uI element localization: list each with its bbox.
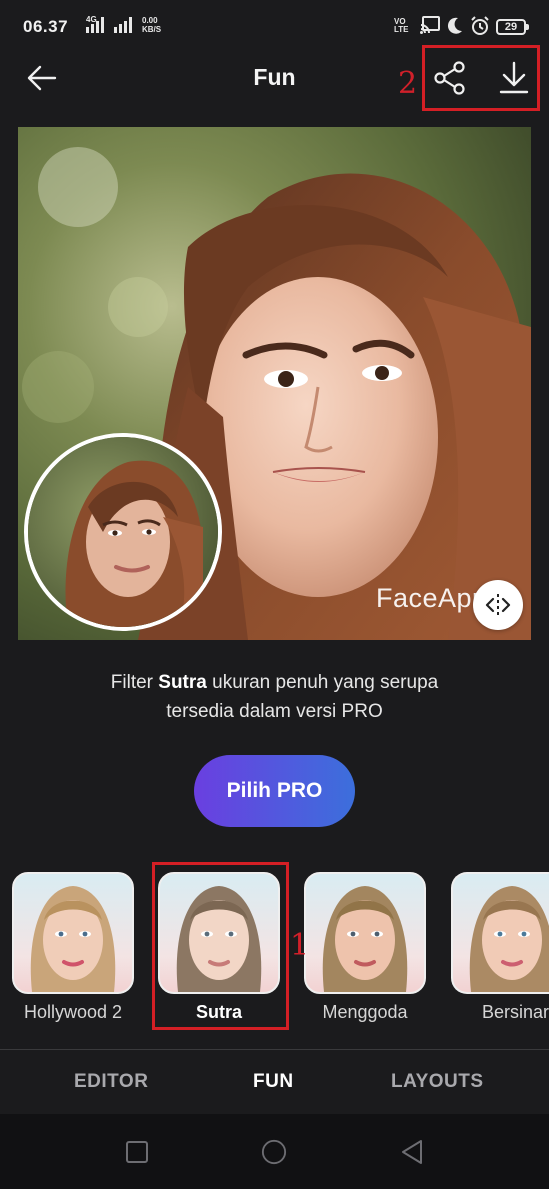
tab-layouts[interactable]: LAYOUTS xyxy=(391,1071,484,1093)
share-icon xyxy=(434,61,465,95)
description-filter-name: Sutra xyxy=(158,672,207,693)
circle-icon xyxy=(261,1139,287,1165)
download-icon xyxy=(499,61,529,94)
net-speed-value: 0.00 xyxy=(142,16,158,25)
square-icon xyxy=(126,1141,148,1163)
filter-thumbnail xyxy=(12,872,134,994)
description-suffix: ukuran penuh yang serupa xyxy=(206,672,439,693)
app-bar: Fun 2 xyxy=(0,45,549,111)
filter-label: Bersinar xyxy=(481,1002,549,1022)
choose-pro-button[interactable]: Pilih PRO xyxy=(194,755,355,827)
cast-icon xyxy=(420,16,440,34)
download-button[interactable] xyxy=(495,58,533,98)
filter-label: Menggoda xyxy=(322,1002,408,1022)
filter-item-bersinar[interactable]: Bersinar xyxy=(451,872,549,1022)
watermark: FaceApp xyxy=(376,583,488,613)
tab-editor[interactable]: EDITOR xyxy=(74,1071,148,1093)
result-photo: FaceApp xyxy=(18,127,531,640)
recents-button[interactable] xyxy=(124,1139,150,1165)
net-speed: 0.00 KB/S xyxy=(142,16,161,34)
filter-thumbnail xyxy=(304,872,426,994)
status-time: 06.37 xyxy=(23,17,69,36)
back-nav-button[interactable] xyxy=(399,1139,425,1165)
system-nav-bar xyxy=(0,1114,549,1189)
volte-indicator: VO LTE xyxy=(394,18,409,34)
description-prefix: Filter xyxy=(110,672,159,693)
signal-icon-2 xyxy=(114,17,132,33)
share-button[interactable] xyxy=(431,58,469,98)
net-speed-unit: KB/S xyxy=(142,25,162,34)
battery-level: 29 xyxy=(504,21,518,33)
annotation-box-filter xyxy=(152,862,289,1030)
signal-icon xyxy=(86,17,104,33)
original-photo-inset[interactable] xyxy=(24,433,222,631)
home-button[interactable] xyxy=(261,1139,287,1165)
triangle-back-icon xyxy=(402,1140,422,1164)
alarm-icon xyxy=(471,16,489,35)
face-thumbnail-image xyxy=(30,886,116,992)
face-thumbnail-image xyxy=(322,886,408,992)
tab-fun[interactable]: FUN xyxy=(253,1071,294,1093)
compare-button[interactable] xyxy=(473,580,523,630)
filter-item-hollywood-2[interactable]: Hollywood 2 xyxy=(12,872,136,1022)
compare-arrows-icon xyxy=(485,594,511,616)
filter-label: Hollywood 2 xyxy=(23,1002,123,1022)
description-line-1: Filter Sutra ukuran penuh yang serupa xyxy=(0,668,549,697)
filter-item-menggoda[interactable]: Menggoda xyxy=(304,872,428,1022)
battery-icon: 29 xyxy=(496,19,529,35)
pro-filter-description: Filter Sutra ukuran penuh yang serupa te… xyxy=(0,668,549,726)
description-line-2: tersedia dalam versi PRO xyxy=(166,701,383,722)
volte-bottom: LTE xyxy=(394,25,409,34)
moon-icon xyxy=(447,17,462,34)
original-portrait-image xyxy=(28,437,218,627)
bottom-tabs: EDITOR FUN LAYOUTS xyxy=(0,1050,549,1114)
filter-thumbnail xyxy=(451,872,549,994)
face-thumbnail-image xyxy=(469,886,549,992)
annotation-number-2: 2 xyxy=(398,66,418,101)
annotation-number-1: 1 xyxy=(290,928,310,963)
